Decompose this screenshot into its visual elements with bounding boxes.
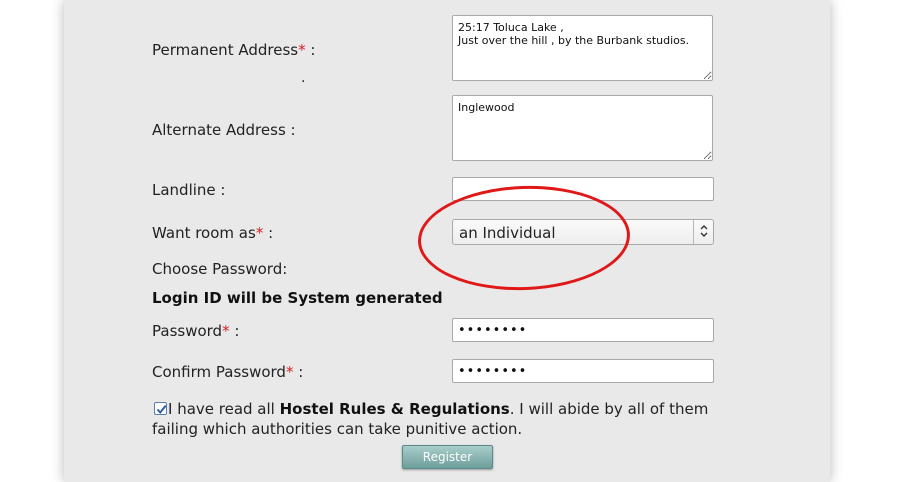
password-label: Password* :	[152, 322, 240, 340]
required-mark: *	[298, 41, 306, 59]
hostel-rules-link: Hostel Rules & Regulations	[279, 400, 510, 418]
alternate-address-label: Alternate Address :	[152, 121, 296, 139]
password-input[interactable]	[452, 318, 714, 342]
choose-password-label: Choose Password:	[152, 260, 288, 278]
alternate-address-textarea[interactable]	[452, 95, 713, 161]
room-type-label: Want room as* :	[152, 224, 274, 242]
confirm-password-label: Confirm Password* :	[152, 363, 304, 381]
landline-label: Landline :	[152, 181, 226, 199]
permanent-address-label: Permanent Address* :	[152, 41, 316, 59]
agreement-text: I have read all Hostel Rules & Regulatio…	[152, 400, 709, 438]
login-id-note: Login ID will be System generated	[152, 289, 443, 307]
register-button[interactable]: Register	[402, 445, 493, 469]
room-type-select[interactable]: an Individual	[452, 219, 714, 245]
required-mark: *	[222, 322, 230, 340]
stray-dot: .	[301, 70, 306, 86]
room-type-selected-value: an Individual	[459, 224, 556, 242]
permanent-address-textarea[interactable]	[452, 15, 713, 81]
confirm-password-input[interactable]	[452, 359, 714, 383]
landline-input[interactable]	[452, 177, 714, 201]
up-down-chevron-icon	[693, 220, 713, 244]
